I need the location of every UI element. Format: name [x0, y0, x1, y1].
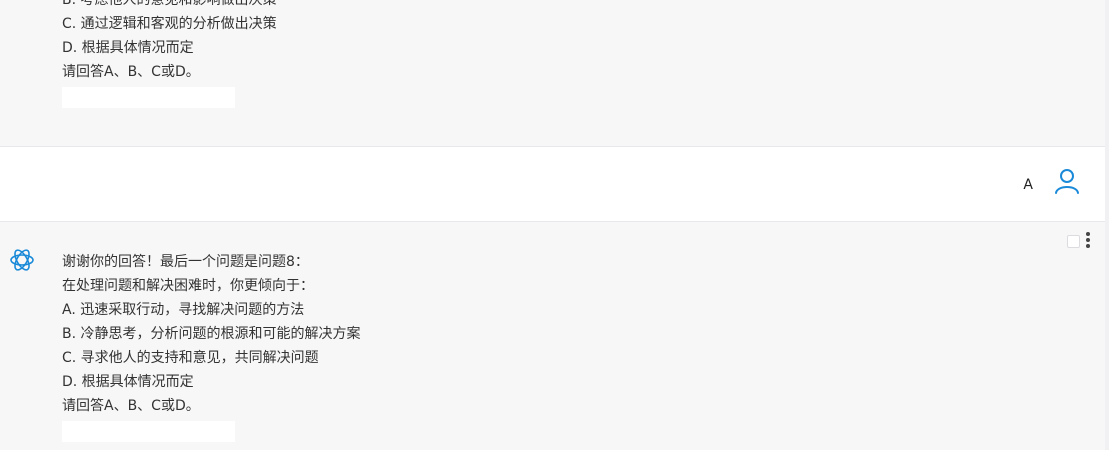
message-line: 在处理问题和解决困难时，你更倾向于： — [62, 278, 314, 294]
assistant-message: B. 考虑他人的意见和影响做出决策 C. 通过逻辑和客观的分析做出决策 D. 根… — [0, 0, 1105, 146]
user-message: A — [0, 146, 1105, 222]
message-line: D. 根据具体情况而定 — [62, 40, 194, 56]
assistant-message-content: 谢谢你的回答！最后一个问题是问题8： 在处理问题和解决困难时，你更倾向于： A.… — [62, 250, 361, 442]
user-avatar-icon — [1055, 169, 1079, 194]
openai-logo-icon — [10, 249, 34, 271]
copy-icon[interactable] — [1067, 235, 1080, 248]
message-footer-placeholder — [62, 87, 235, 108]
message-footer-placeholder — [62, 421, 235, 442]
scrollbar[interactable] — [1105, 0, 1109, 450]
message-line: D. 根据具体情况而定 — [62, 374, 194, 390]
message-line: B. 考虑他人的意见和影响做出决策 — [62, 0, 277, 8]
message-line: C. 寻求他人的支持和意见，共同解决问题 — [62, 350, 319, 366]
message-line: B. 冷静思考，分析问题的根源和可能的解决方案 — [62, 326, 361, 342]
message-line: 谢谢你的回答！最后一个问题是问题8： — [62, 254, 309, 270]
chat-transcript: B. 考虑他人的意见和影响做出决策 C. 通过逻辑和客观的分析做出决策 D. 根… — [0, 0, 1109, 450]
message-line: 请回答A、B、C或D。 — [62, 64, 200, 80]
message-line: 请回答A、B、C或D。 — [62, 398, 200, 414]
message-line: A. 迅速采取行动，寻找解决问题的方法 — [62, 302, 305, 318]
more-vertical-icon[interactable] — [1085, 232, 1091, 250]
message-line: C. 通过逻辑和客观的分析做出决策 — [62, 16, 277, 32]
assistant-message: 谢谢你的回答！最后一个问题是问题8： 在处理问题和解决困难时，你更倾向于： A.… — [0, 222, 1105, 450]
user-message-text: A — [1023, 177, 1033, 193]
assistant-message-content: B. 考虑他人的意见和影响做出决策 C. 通过逻辑和客观的分析做出决策 D. 根… — [62, 0, 277, 108]
